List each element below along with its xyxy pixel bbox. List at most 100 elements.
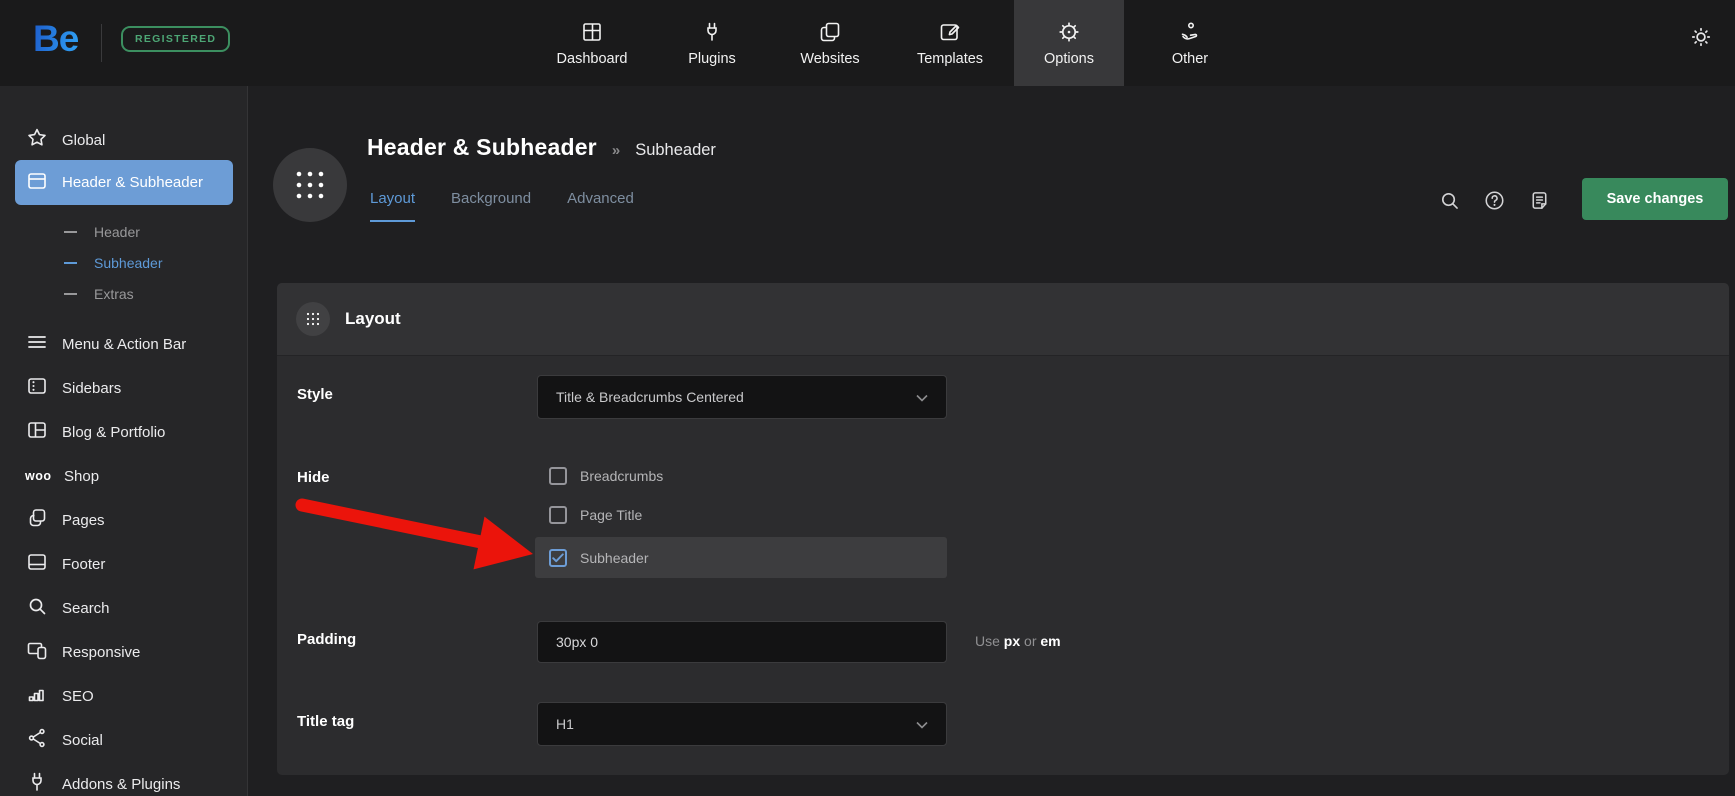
- padding-label: Padding: [297, 631, 356, 648]
- sidebar-item-sidebars[interactable]: Sidebars: [0, 372, 248, 404]
- page-title: Header & Subheader: [367, 134, 597, 161]
- sidebar-item-label: Responsive: [62, 644, 140, 661]
- sidebar-item-responsive[interactable]: Responsive: [0, 636, 248, 668]
- devices-icon: [25, 638, 49, 666]
- header-icon: [25, 169, 49, 197]
- title-tag-select-value: H1: [556, 716, 574, 732]
- search-icon: [25, 594, 49, 622]
- sidebar-item-label: Shop: [64, 468, 99, 485]
- layout-columns-icon: [25, 418, 49, 446]
- nav-label: Options: [1044, 51, 1094, 67]
- style-label: Style: [297, 386, 333, 403]
- bar-chart-icon: [25, 682, 49, 710]
- section-grip-avatar: [273, 148, 347, 222]
- hide-label: Hide: [297, 469, 330, 486]
- sidebar-item-label: SEO: [62, 688, 94, 705]
- panel-title: Layout: [345, 309, 401, 329]
- plug-icon: [700, 20, 724, 44]
- header-toolbar: [1438, 189, 1551, 212]
- websites-icon: [818, 20, 842, 44]
- drag-grip-icon: [296, 302, 330, 336]
- breadcrumb-current: Subheader: [635, 141, 716, 160]
- notes-icon[interactable]: [1528, 189, 1551, 212]
- sidebar-item-global[interactable]: Global: [0, 124, 248, 156]
- nav-options[interactable]: Options: [1014, 0, 1124, 86]
- sidebar-item-pages[interactable]: Pages: [0, 504, 248, 536]
- sidebar-item-seo[interactable]: SEO: [0, 680, 248, 712]
- sidebar-item-label: Social: [62, 732, 103, 749]
- sidebar: Global Header & Subheader Header Subhead…: [0, 86, 248, 796]
- nav-label: Other: [1172, 51, 1208, 67]
- breadcrumb-separator: »: [612, 142, 620, 159]
- sidebar-item-social[interactable]: Social: [0, 724, 248, 756]
- tab-advanced[interactable]: Advanced: [567, 190, 634, 222]
- panel-header: Layout: [277, 283, 1729, 356]
- sidebar-icon: [25, 374, 49, 402]
- checkbox-label: Page Title: [580, 507, 642, 523]
- padding-input[interactable]: 30px 0: [537, 621, 947, 663]
- sidebar-item-label: Menu & Action Bar: [62, 336, 186, 353]
- sidebar-item-label: Search: [62, 600, 110, 617]
- footer-icon: [25, 550, 49, 578]
- sidebar-item-search[interactable]: Search: [0, 592, 248, 624]
- hint-text: Use: [975, 633, 1000, 649]
- gear-icon: [1057, 20, 1081, 44]
- share-icon: [25, 726, 49, 754]
- sidebar-item-header-subheader[interactable]: Header & Subheader: [15, 160, 233, 205]
- sidebar-item-menu-action-bar[interactable]: Menu & Action Bar: [0, 328, 248, 360]
- nav-other[interactable]: Other: [1135, 0, 1245, 86]
- title-tag-label: Title tag: [297, 713, 354, 730]
- sidebar-item-footer[interactable]: Footer: [0, 548, 248, 580]
- hand-person-icon: [1178, 20, 1202, 44]
- tab-background[interactable]: Background: [451, 190, 531, 222]
- nav-label: Websites: [800, 51, 859, 67]
- check-icon: [552, 553, 564, 563]
- layout-panel: Layout Style Title & Breadcrumbs Centere…: [277, 283, 1729, 775]
- nav-plugins[interactable]: Plugins: [657, 0, 767, 86]
- dash-icon: [64, 262, 77, 264]
- sidebar-item-label: Pages: [62, 512, 105, 529]
- nav-websites[interactable]: Websites: [775, 0, 885, 86]
- sidebar-item-blog-portfolio[interactable]: Blog & Portfolio: [0, 416, 248, 448]
- title-tag-select[interactable]: H1: [537, 702, 947, 746]
- tab-layout[interactable]: Layout: [370, 190, 415, 222]
- nav-dashboard[interactable]: Dashboard: [537, 0, 647, 86]
- woocommerce-icon: woo: [25, 469, 51, 483]
- checkbox-row: Breadcrumbs: [549, 464, 663, 488]
- save-changes-button[interactable]: Save changes: [1582, 178, 1728, 220]
- breadcrumbs-checkbox[interactable]: [549, 467, 567, 485]
- hint-unit-em: em: [1040, 633, 1060, 649]
- sidebar-item-label: Sidebars: [62, 380, 121, 397]
- plug-icon: [25, 770, 49, 796]
- highlighted-checkbox-row: Subheader: [535, 537, 947, 578]
- subheader-checkbox[interactable]: [549, 549, 567, 567]
- sidebar-item-addons-plugins[interactable]: Addons & Plugins: [0, 768, 248, 796]
- sun-icon[interactable]: [1688, 24, 1714, 50]
- templates-icon: [938, 20, 962, 44]
- style-select[interactable]: Title & Breadcrumbs Centered: [537, 375, 947, 419]
- chevron-down-icon: [916, 716, 928, 732]
- hint-text: or: [1024, 633, 1036, 649]
- sidebar-subitem-header[interactable]: Header: [0, 219, 248, 245]
- chevron-down-icon: [916, 389, 928, 405]
- padding-input-value: 30px 0: [556, 634, 598, 650]
- padding-hint: Use px or em: [975, 633, 1061, 649]
- checkbox-label: Subheader: [580, 550, 649, 566]
- betheme-admin-screen: Be REGISTERED Dashboard Plugins Websites: [0, 0, 1735, 796]
- sidebar-subitem-extras[interactable]: Extras: [0, 281, 248, 307]
- sidebar-item-shop[interactable]: woo Shop: [0, 460, 248, 492]
- nav-label: Templates: [917, 51, 983, 67]
- checkbox-row: Page Title: [549, 503, 642, 527]
- nav-label: Dashboard: [557, 51, 628, 67]
- search-icon[interactable]: [1438, 189, 1461, 212]
- page-title-checkbox[interactable]: [549, 506, 567, 524]
- nav-templates[interactable]: Templates: [895, 0, 1005, 86]
- pages-icon: [25, 506, 49, 534]
- sidebar-subitem-subheader[interactable]: Subheader: [0, 250, 248, 276]
- sidebar-item-label: Footer: [62, 556, 105, 573]
- dashboard-icon: [580, 20, 604, 44]
- top-bar: Be REGISTERED Dashboard Plugins Websites: [0, 0, 1735, 86]
- help-icon[interactable]: [1483, 189, 1506, 212]
- sidebar-item-label: Addons & Plugins: [62, 776, 180, 793]
- sidebar-subitem-label: Header: [94, 224, 140, 240]
